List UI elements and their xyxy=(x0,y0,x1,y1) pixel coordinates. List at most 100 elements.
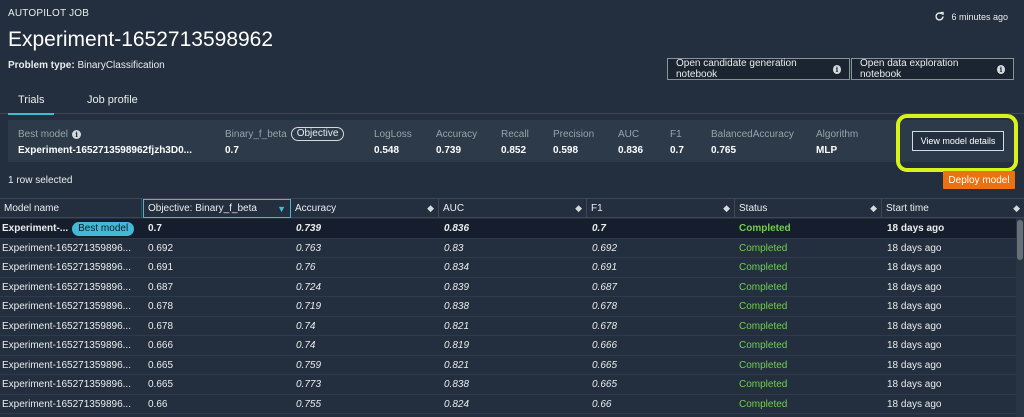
cell-f1: 0.665 xyxy=(592,379,618,390)
cell-model-name[interactable]: Experiment-165271359896... xyxy=(2,356,142,375)
sort-icon[interactable]: ◆ xyxy=(870,203,877,214)
sort-icon[interactable]: ◆ xyxy=(1013,203,1020,214)
cell-auc: 0.839 xyxy=(444,281,470,293)
problem-type-value: BinaryClassification xyxy=(77,60,165,71)
deploy-model-button[interactable]: Deploy model xyxy=(943,171,1015,189)
cell-model-name[interactable]: Experiment-165271359896... xyxy=(2,336,142,355)
cell-start-time: 18 days ago xyxy=(887,262,942,273)
cell-status: Completed xyxy=(739,398,788,410)
cell-auc: 0.821 xyxy=(444,359,470,371)
scrollbar-thumb[interactable] xyxy=(1017,220,1023,260)
cell-start-time: 18 days ago xyxy=(887,379,942,390)
cell-model-name[interactable]: Experiment-165271359896... xyxy=(2,258,142,277)
column-header-start-time[interactable]: Start time ◆ xyxy=(882,199,1024,218)
best-model-label: Best model xyxy=(18,128,69,140)
column-header-f1[interactable]: F1 ◆ xyxy=(587,199,735,218)
page-title: Experiment-1652713598962 xyxy=(8,28,274,51)
table-row[interactable]: Experiment-165271359896... 0.665 0.759 0… xyxy=(0,356,1024,375)
info-icon: i xyxy=(832,64,841,74)
metric-recall: Recall 0.852 xyxy=(501,127,529,157)
metric-label: Accuracy xyxy=(436,128,478,140)
column-header-model-name[interactable]: Model name xyxy=(0,199,142,218)
table-row[interactable]: Experiment-165271359896... 0.678 0.74 0.… xyxy=(0,317,1024,336)
cell-accuracy: 0.739 xyxy=(296,223,322,234)
table-row[interactable]: Experiment-165271359896... 0.692 0.763 0… xyxy=(0,239,1024,258)
cell-f1: 0.7 xyxy=(592,223,606,234)
best-model-summary: Best model i Experiment-1652713598962fjzh… xyxy=(8,120,1016,162)
tab-trials[interactable]: Trials xyxy=(7,94,56,115)
metric-value: 0.739 xyxy=(436,145,462,156)
best-model-column: Best model i Experiment-1652713598962fjzh… xyxy=(18,127,192,157)
objective-metric-label: Binary_f_beta xyxy=(225,128,287,140)
cell-f1: 0.678 xyxy=(592,320,618,332)
cell-accuracy: 0.773 xyxy=(296,379,322,390)
column-header-auc[interactable]: AUC ◆ xyxy=(439,199,587,218)
cell-model-name[interactable]: Experiment-165271359896... xyxy=(2,297,142,316)
table-row-best[interactable]: Experiment-... Best model 0.7 0.739 0.836… xyxy=(0,219,1024,239)
column-header-accuracy[interactable]: Accuracy ◆ xyxy=(291,199,439,218)
sort-icon[interactable]: ◆ xyxy=(427,203,434,214)
metric-balanced-accuracy: BalancedAccuracy 0.765 xyxy=(711,127,794,157)
table-row[interactable]: Experiment-165271359896... 0.666 0.74 0.… xyxy=(0,336,1024,356)
cell-accuracy: 0.724 xyxy=(296,281,322,293)
table-row[interactable]: Experiment-165271359896... 0.691 0.76 0.… xyxy=(0,258,1024,278)
cell-start-time: 18 days ago xyxy=(887,281,942,293)
cell-f1: 0.687 xyxy=(592,281,618,293)
cell-start-time: 18 days ago xyxy=(887,359,942,371)
cell-model-name[interactable]: Experiment-165271359896... xyxy=(2,317,142,336)
cell-model-name[interactable]: Experiment-165271359896... xyxy=(2,239,142,258)
table-row[interactable]: Experiment-165271359896... 0.665 0.773 0… xyxy=(0,375,1024,395)
cell-accuracy: 0.719 xyxy=(296,301,322,312)
refresh-icon[interactable] xyxy=(934,11,945,22)
column-header-label: Objective: Binary_f_beta xyxy=(148,203,257,214)
cell-status: Completed xyxy=(739,359,788,371)
selection-count: 1 row selected xyxy=(8,175,73,186)
metric-value: 0.836 xyxy=(618,145,644,156)
breadcrumb[interactable]: AUTOPILOT JOB xyxy=(8,8,89,19)
cell-model-name[interactable]: Experiment-165271359896... xyxy=(2,395,142,414)
best-model-name[interactable]: Experiment-1652713598962fjzh3D0... xyxy=(18,145,192,156)
metric-label: F1 xyxy=(670,128,682,140)
view-model-details-button[interactable]: View model details xyxy=(912,131,1004,151)
cell-objective: 0.687 xyxy=(148,281,174,293)
table-header: Model name Objective: Binary_f_beta ▼ Ac… xyxy=(0,198,1024,218)
cell-accuracy: 0.755 xyxy=(296,398,322,410)
metric-logloss: LogLoss 0.548 xyxy=(374,127,412,157)
cell-status: Completed xyxy=(739,281,788,293)
column-header-status[interactable]: Status ◆ xyxy=(735,199,882,218)
cell-status: Completed xyxy=(739,340,788,351)
cell-model-name[interactable]: Experiment-165271359896... xyxy=(2,375,142,394)
sort-descending-icon[interactable]: ▼ xyxy=(277,204,286,214)
sort-icon[interactable]: ◆ xyxy=(575,203,582,214)
info-icon: i xyxy=(72,129,82,139)
table-row[interactable]: Experiment-165271359896... 0.687 0.724 0… xyxy=(0,278,1024,297)
cell-auc: 0.83 xyxy=(444,242,464,254)
metric-value: 0.852 xyxy=(501,145,527,156)
column-header-label: F1 xyxy=(591,203,603,214)
metric-label: BalancedAccuracy xyxy=(711,128,794,140)
open-candidate-notebook-button[interactable]: Open candidate generation notebook i xyxy=(667,58,850,80)
column-header-objective[interactable]: Objective: Binary_f_beta ▼ xyxy=(143,199,291,218)
metric-value: 0.548 xyxy=(374,145,400,156)
cell-status: Completed xyxy=(739,242,788,254)
table-row[interactable]: Experiment-165271359896... 0.678 0.719 0… xyxy=(0,297,1024,317)
cell-auc: 0.834 xyxy=(444,262,470,273)
refresh-control[interactable]: 6 minutes ago xyxy=(934,11,1008,22)
cell-objective: 0.7 xyxy=(148,223,162,234)
column-header-label: Model name xyxy=(4,203,60,214)
last-updated-text: 6 minutes ago xyxy=(951,11,1008,22)
open-data-exploration-notebook-button[interactable]: Open data exploration notebook i xyxy=(851,58,1014,80)
cell-f1: 0.678 xyxy=(592,301,618,312)
sort-icon[interactable]: ◆ xyxy=(723,203,730,214)
cell-objective: 0.66 xyxy=(148,398,168,410)
cell-accuracy: 0.76 xyxy=(296,262,316,273)
problem-type-label: Problem type: xyxy=(8,60,75,71)
cell-f1: 0.665 xyxy=(592,359,618,371)
cell-f1: 0.666 xyxy=(592,340,618,351)
table-row[interactable]: Experiment-165271359896... 0.66 0.755 0.… xyxy=(0,395,1024,414)
tab-bar: Trials Job profile xyxy=(0,86,1024,115)
cell-auc: 0.821 xyxy=(444,320,470,332)
cell-model-name[interactable]: Experiment-... Best model xyxy=(2,219,142,238)
tab-job-profile[interactable]: Job profile xyxy=(87,94,138,106)
cell-model-name[interactable]: Experiment-165271359896... xyxy=(2,278,142,297)
